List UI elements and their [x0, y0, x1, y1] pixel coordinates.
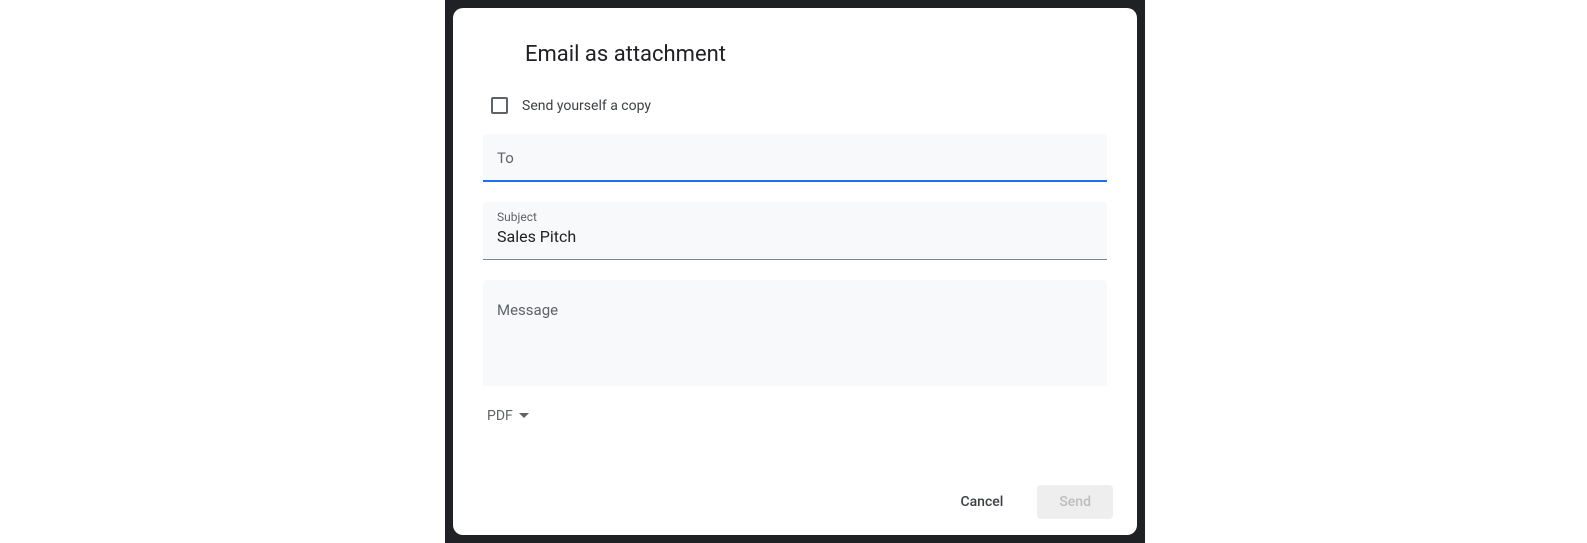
to-field[interactable]: To: [483, 134, 1107, 182]
send-copy-label: Send yourself a copy: [522, 98, 651, 114]
subject-field[interactable]: Subject: [483, 202, 1107, 260]
dialog-footer: Cancel Send: [477, 475, 1113, 519]
dialog-title: Email as attachment: [477, 42, 1113, 67]
send-copy-row: Send yourself a copy: [491, 97, 1107, 114]
email-attachment-dialog: Email as attachment Send yourself a copy…: [453, 8, 1137, 535]
subject-label: Subject: [497, 210, 1093, 224]
format-selected-label: PDF: [487, 408, 513, 424]
to-placeholder: To: [497, 149, 514, 167]
dialog-content: Send yourself a copy To Subject Message …: [477, 97, 1113, 475]
message-placeholder: Message: [497, 301, 558, 319]
send-copy-checkbox[interactable]: [491, 97, 508, 114]
modal-backdrop: Email as attachment Send yourself a copy…: [445, 0, 1145, 543]
message-field[interactable]: Message: [483, 280, 1107, 386]
chevron-down-icon: [519, 406, 529, 425]
format-dropdown[interactable]: PDF: [487, 406, 1107, 425]
cancel-button[interactable]: Cancel: [938, 485, 1025, 519]
subject-input[interactable]: [497, 227, 1093, 246]
send-button[interactable]: Send: [1037, 485, 1113, 519]
